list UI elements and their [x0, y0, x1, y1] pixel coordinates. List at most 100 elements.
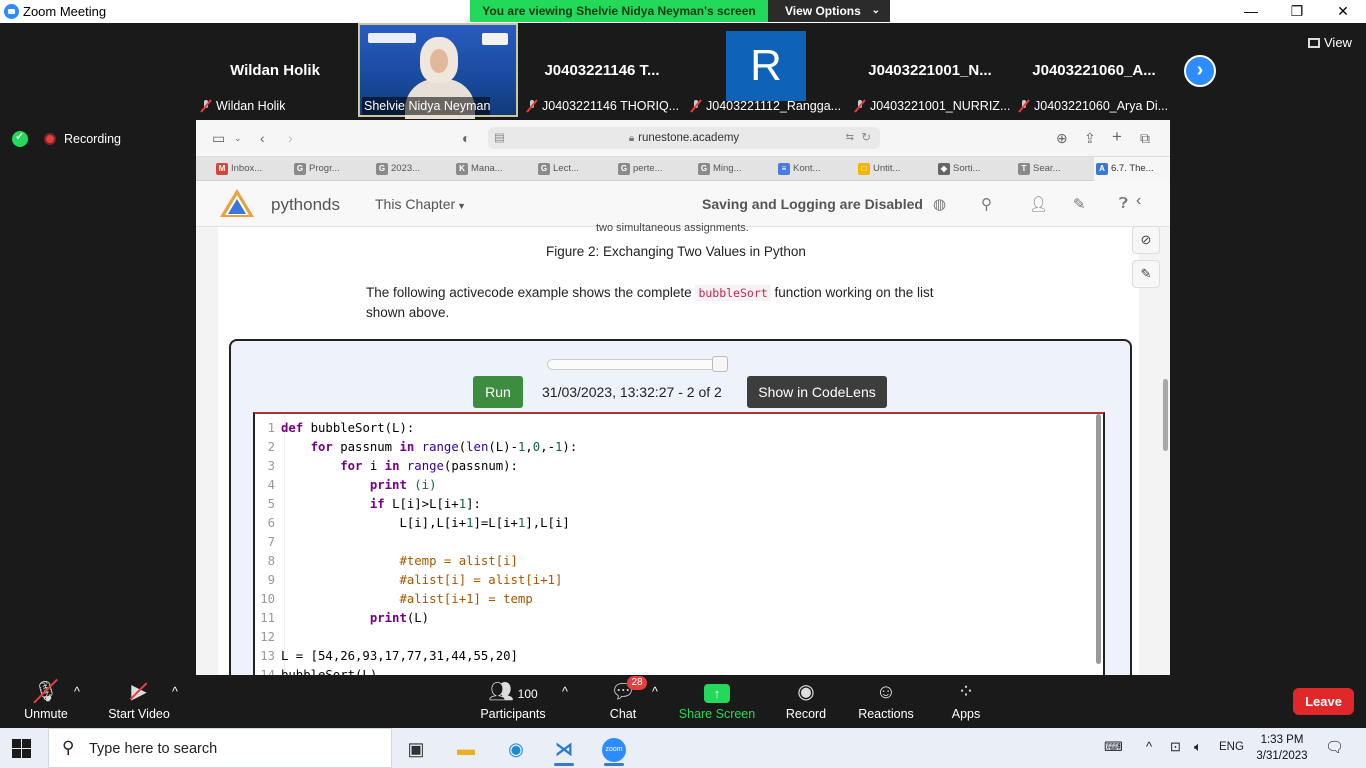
minimize-button[interactable]: — — [1228, 0, 1274, 23]
show-in-codelens-button[interactable]: Show in CodeLens — [747, 376, 887, 408]
audio-options-caret-icon[interactable]: ^ — [74, 685, 80, 699]
restore-button[interactable]: ❐ — [1274, 0, 1320, 23]
runestone-logo-icon[interactable] — [218, 187, 256, 219]
user-icon[interactable]: 👤︎ — [1029, 195, 1048, 213]
history-slider[interactable] — [547, 356, 728, 372]
scrollbar-thumb[interactable] — [1163, 379, 1168, 451]
zoom-logo-icon — [4, 4, 19, 19]
browser-tab[interactable]: K Mana... — [454, 157, 530, 181]
meeting-toolbar: 🎙︎ Unmute ^ ▶︎ Start Video ^ 👥︎ 100 Parti… — [0, 675, 1366, 728]
participant-tile[interactable]: J0403221060_A... J0403221060_Arya Di... — [1014, 23, 1174, 117]
collapse-sidebar-icon[interactable]: ‹ — [1136, 192, 1141, 210]
windows-start-icon[interactable] — [12, 739, 32, 759]
page-scrollbar[interactable] — [1161, 227, 1170, 675]
participants-options-caret-icon[interactable]: ^ — [562, 685, 568, 699]
share-screen-button[interactable]: ↑ Share Screen — [678, 679, 756, 725]
zoom-app-icon[interactable]: zoom — [594, 732, 634, 766]
unmute-button[interactable]: 🎙︎ Unmute — [20, 679, 72, 725]
browser-tab[interactable]: G Ming... — [696, 157, 772, 181]
gallery-view-icon — [1308, 38, 1320, 48]
browser-tab[interactable]: M Inbox... — [214, 157, 290, 181]
address-bar[interactable]: 🔒︎ runestone.academy ▤ ⇆ ↻ — [488, 127, 880, 149]
code-editor[interactable]: 1 def bubbleSort(L): 2 for passnum in rang… — [253, 412, 1105, 675]
code-token: , — [525, 440, 533, 454]
system-clock[interactable]: 1:33 PM 3/31/2023 — [1248, 732, 1316, 764]
sidebar-toggle-icon[interactable]: ▭ — [212, 130, 225, 147]
editor-scrollbar[interactable] — [1096, 414, 1101, 664]
view-options-button[interactable]: View Options ⌄ — [768, 0, 890, 22]
video-off-icon: ▶︎ — [131, 681, 147, 703]
download-icon[interactable]: ⊕ — [1056, 130, 1068, 147]
participants-button[interactable]: 👥︎ 100 Participants — [478, 679, 548, 725]
participant-tile[interactable]: Wildan Holik Wildan Holik — [196, 23, 354, 117]
this-chapter-menu[interactable]: This Chapter ▼ — [375, 196, 466, 212]
browser-tab-bar: M Inbox... G Progr... G 2023... K Mana... G Lect.… — [196, 157, 1170, 181]
share-icon[interactable]: ⇪ — [1084, 130, 1096, 147]
leave-button[interactable]: Leave — [1293, 688, 1354, 715]
tab-label: Lect... — [553, 163, 579, 174]
recording-indicator[interactable]: Recording — [44, 131, 121, 147]
tab-overview-icon[interactable]: ⧉ — [1140, 130, 1150, 147]
vscode-icon[interactable]: ⋊ — [544, 732, 584, 766]
back-icon[interactable]: ‹ — [260, 130, 265, 146]
notes-icon[interactable]: ✎ — [1132, 260, 1160, 288]
record-button[interactable]: ◉ Record — [780, 679, 832, 725]
browser-tab[interactable]: A 6.7. The... — [1094, 157, 1170, 181]
chat-options-caret-icon[interactable]: ^ — [652, 685, 658, 699]
browser-tab[interactable]: G 2023... — [374, 157, 450, 181]
line-number: 1 — [267, 421, 275, 435]
volume-icon[interactable]: 🔈︎ — [1194, 739, 1202, 755]
edit-icon[interactable]: ✎ — [1073, 195, 1086, 213]
browser-tab[interactable]: T Sear... — [1016, 157, 1092, 181]
network-icon[interactable]: ⊡ — [1170, 739, 1181, 755]
security-shield-icon[interactable] — [12, 130, 28, 147]
participant-tile[interactable]: J0403221146 T... J0403221146 THORIQ... — [522, 23, 682, 117]
reload-icon[interactable]: ↻ — [861, 127, 871, 149]
line-number: 11 — [260, 611, 275, 625]
help-icon[interactable]: ❓︎ — [1119, 195, 1128, 212]
apps-button[interactable]: ⁘ Apps — [945, 679, 987, 725]
tab-label: Sear... — [1033, 163, 1061, 174]
translate-icon[interactable]: ⇆ — [846, 127, 854, 149]
globe-icon[interactable]: ◍ — [933, 195, 946, 213]
start-video-button[interactable]: ▶︎ Start Video — [104, 679, 174, 725]
search-icon[interactable]: ⚲ — [981, 195, 992, 213]
forward-icon[interactable]: › — [288, 130, 293, 146]
participant-tile[interactable]: Shelvie Nidya Neyman — [358, 23, 518, 119]
next-page-button[interactable]: › — [1184, 55, 1216, 87]
code-token: for — [310, 440, 341, 454]
view-button[interactable]: View — [1308, 35, 1352, 50]
brand-name[interactable]: pythonds — [271, 195, 340, 215]
browser-tab[interactable]: ◆ Sorti... — [936, 157, 1012, 181]
reactions-button[interactable]: ☺ Reactions — [855, 679, 917, 725]
edge-browser-icon[interactable]: ◉ — [496, 732, 536, 766]
participant-tile[interactable]: J0403221001_N... J0403221001_NURRIZ... — [850, 23, 1010, 117]
line-number: 12 — [260, 630, 275, 644]
browser-tab[interactable]: □ Untit... — [856, 157, 932, 181]
run-button[interactable]: Run — [473, 376, 523, 408]
taskbar-search-box[interactable]: ⚲ Type here to search — [48, 728, 392, 768]
keyboard-icon[interactable]: ⌨ — [1104, 739, 1123, 755]
apps-label: Apps — [951, 707, 981, 721]
tab-favicon-icon: G — [618, 163, 630, 175]
chat-unread-badge: 28 — [627, 676, 647, 690]
privacy-shield-icon[interactable]: ◐ — [462, 130, 470, 146]
browser-tab[interactable]: ≡ Kont... — [776, 157, 852, 181]
task-view-icon[interactable]: ▣ — [396, 732, 436, 766]
browser-tab[interactable]: G Lect... — [536, 157, 612, 181]
show-hidden-icons-icon[interactable]: ^ — [1146, 739, 1152, 754]
line-number: 10 — [260, 592, 275, 606]
video-options-caret-icon[interactable]: ^ — [172, 685, 178, 699]
browser-tab[interactable]: Gperte... — [616, 157, 692, 181]
chevron-down-icon[interactable]: ⌄ — [234, 133, 242, 144]
browser-tab[interactable]: G Progr... — [292, 157, 368, 181]
hide-icon[interactable]: ⊘ — [1132, 226, 1160, 254]
notifications-icon[interactable]: 🗨︎ — [1325, 738, 1344, 756]
close-button[interactable]: ✕ — [1320, 0, 1366, 23]
new-tab-icon[interactable]: + — [1112, 127, 1122, 147]
file-explorer-icon[interactable]: ▬ — [446, 732, 486, 766]
code-line: 1 def bubbleSort(L): — [255, 419, 415, 438]
slider-knob[interactable] — [712, 356, 728, 372]
input-language[interactable]: ENG — [1219, 741, 1244, 753]
participant-tile[interactable]: R J0403221112_Rangga... — [686, 23, 846, 117]
